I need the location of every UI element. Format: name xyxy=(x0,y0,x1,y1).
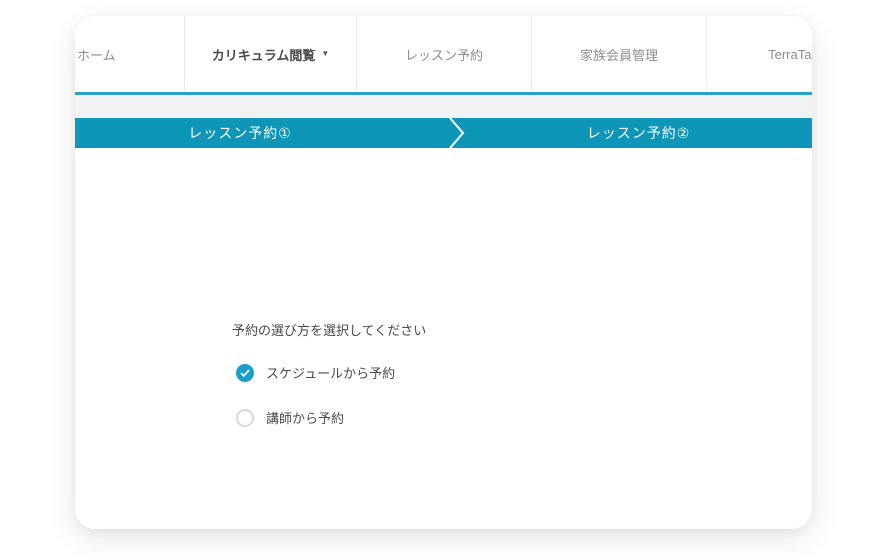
top-navigation: ホーム カリキュラム閲覧 ▼ レッスン予約 家族会員管理 TerraTalk xyxy=(75,16,812,92)
nav-tab-family-management-label: 家族会員管理 xyxy=(580,45,658,64)
nav-tab-home[interactable]: ホーム xyxy=(75,16,185,92)
step-1-segment: レッスン予約① xyxy=(75,118,405,148)
nav-tab-curriculum-label: カリキュラム閲覧 xyxy=(212,45,316,64)
radio-option-instructor-label: 講師から予約 xyxy=(266,408,344,427)
nav-tab-curriculum[interactable]: カリキュラム閲覧 ▼ xyxy=(185,16,357,92)
radio-checked-icon[interactable] xyxy=(236,364,254,382)
nav-tab-lesson-reservation[interactable]: レッスン予約 xyxy=(357,16,532,92)
nav-tab-terratalk[interactable]: TerraTalk xyxy=(707,16,812,92)
nav-spacer-band xyxy=(75,95,812,118)
nav-tab-lesson-reservation-label: レッスン予約 xyxy=(405,45,483,64)
reservation-body: 予約の選び方を選択してください スケジュールから予約 講師から予約 戻る 次へ xyxy=(75,148,812,529)
prompt-text: 予約の選び方を選択してください xyxy=(232,320,426,339)
step-2-label: レッスン予約② xyxy=(587,123,691,143)
nav-tab-home-label: ホーム xyxy=(77,45,116,64)
step-2-segment: レッスン予約② xyxy=(465,118,812,148)
nav-tab-terratalk-label: TerraTalk xyxy=(768,47,812,62)
chevron-down-icon: ▼ xyxy=(321,50,329,58)
radio-option-schedule-label: スケジュールから予約 xyxy=(266,363,395,382)
check-icon xyxy=(240,369,250,377)
radio-option-instructor[interactable]: 講師から予約 xyxy=(236,408,344,427)
nav-tab-family-management[interactable]: 家族会員管理 xyxy=(532,16,707,92)
radio-unchecked-icon[interactable] xyxy=(236,409,254,427)
step-1-label: レッスン予約① xyxy=(188,123,292,143)
main-card: ホーム カリキュラム閲覧 ▼ レッスン予約 家族会員管理 TerraTalk レ… xyxy=(75,16,812,529)
step-progress-bar: レッスン予約① レッスン予約② xyxy=(75,118,812,148)
radio-option-schedule[interactable]: スケジュールから予約 xyxy=(236,363,395,382)
chevron-right-icon xyxy=(449,118,465,148)
